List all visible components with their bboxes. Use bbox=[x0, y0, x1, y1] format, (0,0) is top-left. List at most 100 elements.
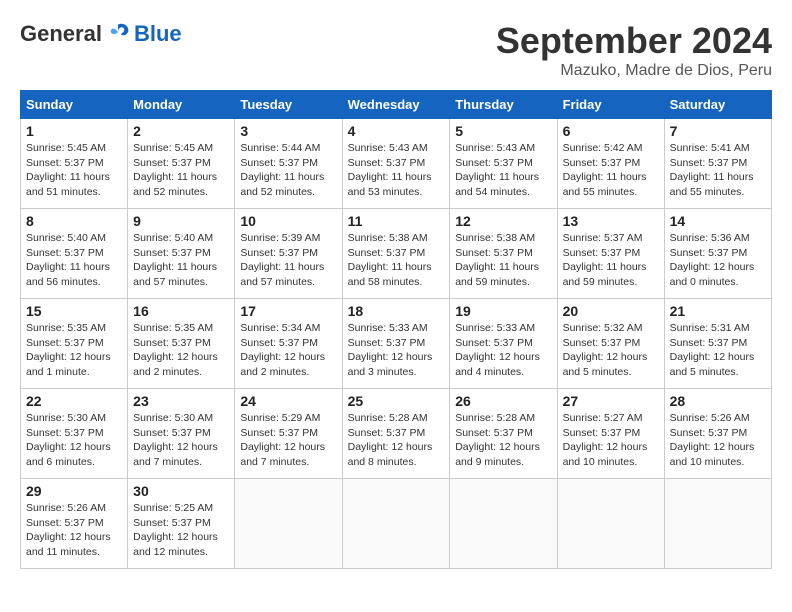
month-title: September 2024 bbox=[496, 20, 772, 62]
day-cell-7: 7 Sunrise: 5:41 AM Sunset: 5:37 PM Daylig… bbox=[664, 119, 771, 209]
day-info: Sunrise: 5:30 AM Sunset: 5:37 PM Dayligh… bbox=[26, 411, 122, 470]
day-info: Sunrise: 5:39 AM Sunset: 5:37 PM Dayligh… bbox=[240, 231, 336, 290]
column-header-sunday: Sunday bbox=[21, 91, 128, 119]
day-number: 16 bbox=[133, 303, 229, 319]
day-number: 30 bbox=[133, 483, 229, 499]
day-info: Sunrise: 5:37 AM Sunset: 5:37 PM Dayligh… bbox=[563, 231, 659, 290]
day-cell-12: 12 Sunrise: 5:38 AM Sunset: 5:37 PM Dayli… bbox=[450, 209, 557, 299]
day-cell-17: 17 Sunrise: 5:34 AM Sunset: 5:37 PM Dayli… bbox=[235, 299, 342, 389]
day-number: 18 bbox=[348, 303, 445, 319]
calendar-header-row: SundayMondayTuesdayWednesdayThursdayFrid… bbox=[21, 91, 772, 119]
day-info: Sunrise: 5:38 AM Sunset: 5:37 PM Dayligh… bbox=[455, 231, 551, 290]
day-cell-15: 15 Sunrise: 5:35 AM Sunset: 5:37 PM Dayli… bbox=[21, 299, 128, 389]
day-info: Sunrise: 5:36 AM Sunset: 5:37 PM Dayligh… bbox=[670, 231, 766, 290]
day-info: Sunrise: 5:25 AM Sunset: 5:37 PM Dayligh… bbox=[133, 501, 229, 560]
day-cell-20: 20 Sunrise: 5:32 AM Sunset: 5:37 PM Dayli… bbox=[557, 299, 664, 389]
day-number: 29 bbox=[26, 483, 122, 499]
day-number: 27 bbox=[563, 393, 659, 409]
day-info: Sunrise: 5:34 AM Sunset: 5:37 PM Dayligh… bbox=[240, 321, 336, 380]
day-info: Sunrise: 5:28 AM Sunset: 5:37 PM Dayligh… bbox=[455, 411, 551, 470]
logo-bird-icon bbox=[104, 20, 132, 48]
day-info: Sunrise: 5:35 AM Sunset: 5:37 PM Dayligh… bbox=[26, 321, 122, 380]
day-number: 7 bbox=[670, 123, 766, 139]
empty-cell bbox=[557, 479, 664, 569]
day-number: 19 bbox=[455, 303, 551, 319]
calendar-table: SundayMondayTuesdayWednesdayThursdayFrid… bbox=[20, 90, 772, 569]
day-cell-26: 26 Sunrise: 5:28 AM Sunset: 5:37 PM Dayli… bbox=[450, 389, 557, 479]
day-number: 14 bbox=[670, 213, 766, 229]
day-cell-29: 29Sunrise: 5:26 AM Sunset: 5:37 PM Dayli… bbox=[21, 479, 128, 569]
day-number: 6 bbox=[563, 123, 659, 139]
column-header-wednesday: Wednesday bbox=[342, 91, 450, 119]
day-info: Sunrise: 5:40 AM Sunset: 5:37 PM Dayligh… bbox=[26, 231, 122, 290]
empty-cell bbox=[664, 479, 771, 569]
day-number: 13 bbox=[563, 213, 659, 229]
week-row-1: 1 Sunrise: 5:45 AM Sunset: 5:37 PM Daylig… bbox=[21, 119, 772, 209]
day-cell-3: 3 Sunrise: 5:44 AM Sunset: 5:37 PM Daylig… bbox=[235, 119, 342, 209]
day-info: Sunrise: 5:35 AM Sunset: 5:37 PM Dayligh… bbox=[133, 321, 229, 380]
week-row-4: 22 Sunrise: 5:30 AM Sunset: 5:37 PM Dayli… bbox=[21, 389, 772, 479]
empty-cell bbox=[235, 479, 342, 569]
day-info: Sunrise: 5:32 AM Sunset: 5:37 PM Dayligh… bbox=[563, 321, 659, 380]
logo-blue-text: Blue bbox=[134, 21, 182, 47]
day-cell-22: 22 Sunrise: 5:30 AM Sunset: 5:37 PM Dayli… bbox=[21, 389, 128, 479]
logo: General Blue bbox=[20, 20, 182, 48]
day-cell-9: 9Sunrise: 5:40 AM Sunset: 5:37 PM Daylig… bbox=[128, 209, 235, 299]
day-number: 4 bbox=[348, 123, 445, 139]
day-cell-6: 6 Sunrise: 5:42 AM Sunset: 5:37 PM Daylig… bbox=[557, 119, 664, 209]
day-info: Sunrise: 5:42 AM Sunset: 5:37 PM Dayligh… bbox=[563, 141, 659, 200]
day-cell-14: 14 Sunrise: 5:36 AM Sunset: 5:37 PM Dayli… bbox=[664, 209, 771, 299]
day-number: 11 bbox=[348, 213, 445, 229]
day-cell-8: 8 Sunrise: 5:40 AM Sunset: 5:37 PM Daylig… bbox=[21, 209, 128, 299]
column-header-friday: Friday bbox=[557, 91, 664, 119]
day-number: 12 bbox=[455, 213, 551, 229]
day-info: Sunrise: 5:28 AM Sunset: 5:37 PM Dayligh… bbox=[348, 411, 445, 470]
week-row-5: 29Sunrise: 5:26 AM Sunset: 5:37 PM Dayli… bbox=[21, 479, 772, 569]
title-block: September 2024 Mazuko, Madre de Dios, Pe… bbox=[496, 20, 772, 80]
page-header: General Blue September 2024 Mazuko, Madr… bbox=[20, 20, 772, 80]
day-number: 20 bbox=[563, 303, 659, 319]
day-cell-10: 10 Sunrise: 5:39 AM Sunset: 5:37 PM Dayli… bbox=[235, 209, 342, 299]
day-info: Sunrise: 5:43 AM Sunset: 5:37 PM Dayligh… bbox=[348, 141, 445, 200]
day-number: 25 bbox=[348, 393, 445, 409]
day-cell-30: 30 Sunrise: 5:25 AM Sunset: 5:37 PM Dayli… bbox=[128, 479, 235, 569]
day-info: Sunrise: 5:33 AM Sunset: 5:37 PM Dayligh… bbox=[455, 321, 551, 380]
day-cell-28: 28 Sunrise: 5:26 AM Sunset: 5:37 PM Dayli… bbox=[664, 389, 771, 479]
day-info: Sunrise: 5:45 AM Sunset: 5:37 PM Dayligh… bbox=[26, 141, 122, 200]
day-info: Sunrise: 5:44 AM Sunset: 5:37 PM Dayligh… bbox=[240, 141, 336, 200]
day-info: Sunrise: 5:26 AM Sunset: 5:37 PM Dayligh… bbox=[670, 411, 766, 470]
day-cell-18: 18 Sunrise: 5:33 AM Sunset: 5:37 PM Dayli… bbox=[342, 299, 450, 389]
day-number: 21 bbox=[670, 303, 766, 319]
logo-general-text: General bbox=[20, 21, 102, 47]
day-cell-24: 24Sunrise: 5:29 AM Sunset: 5:37 PM Dayli… bbox=[235, 389, 342, 479]
day-number: 5 bbox=[455, 123, 551, 139]
day-info: Sunrise: 5:40 AM Sunset: 5:37 PM Dayligh… bbox=[133, 231, 229, 290]
column-header-monday: Monday bbox=[128, 91, 235, 119]
day-info: Sunrise: 5:30 AM Sunset: 5:37 PM Dayligh… bbox=[133, 411, 229, 470]
day-info: Sunrise: 5:45 AM Sunset: 5:37 PM Dayligh… bbox=[133, 141, 229, 200]
day-number: 2 bbox=[133, 123, 229, 139]
day-number: 10 bbox=[240, 213, 336, 229]
day-info: Sunrise: 5:29 AM Sunset: 5:37 PM Dayligh… bbox=[240, 411, 336, 470]
day-info: Sunrise: 5:41 AM Sunset: 5:37 PM Dayligh… bbox=[670, 141, 766, 200]
day-cell-19: 19 Sunrise: 5:33 AM Sunset: 5:37 PM Dayli… bbox=[450, 299, 557, 389]
empty-cell bbox=[342, 479, 450, 569]
day-number: 26 bbox=[455, 393, 551, 409]
day-cell-23: 23Sunrise: 5:30 AM Sunset: 5:37 PM Dayli… bbox=[128, 389, 235, 479]
day-number: 15 bbox=[26, 303, 122, 319]
day-number: 8 bbox=[26, 213, 122, 229]
day-number: 3 bbox=[240, 123, 336, 139]
day-info: Sunrise: 5:33 AM Sunset: 5:37 PM Dayligh… bbox=[348, 321, 445, 380]
day-number: 22 bbox=[26, 393, 122, 409]
location-title: Mazuko, Madre de Dios, Peru bbox=[496, 62, 772, 80]
day-cell-5: 5Sunrise: 5:43 AM Sunset: 5:37 PM Daylig… bbox=[450, 119, 557, 209]
day-number: 1 bbox=[26, 123, 122, 139]
day-number: 17 bbox=[240, 303, 336, 319]
day-cell-27: 27Sunrise: 5:27 AM Sunset: 5:37 PM Dayli… bbox=[557, 389, 664, 479]
column-header-saturday: Saturday bbox=[664, 91, 771, 119]
week-row-2: 8 Sunrise: 5:40 AM Sunset: 5:37 PM Daylig… bbox=[21, 209, 772, 299]
day-info: Sunrise: 5:31 AM Sunset: 5:37 PM Dayligh… bbox=[670, 321, 766, 380]
day-number: 28 bbox=[670, 393, 766, 409]
day-info: Sunrise: 5:38 AM Sunset: 5:37 PM Dayligh… bbox=[348, 231, 445, 290]
day-cell-13: 13 Sunrise: 5:37 AM Sunset: 5:37 PM Dayli… bbox=[557, 209, 664, 299]
